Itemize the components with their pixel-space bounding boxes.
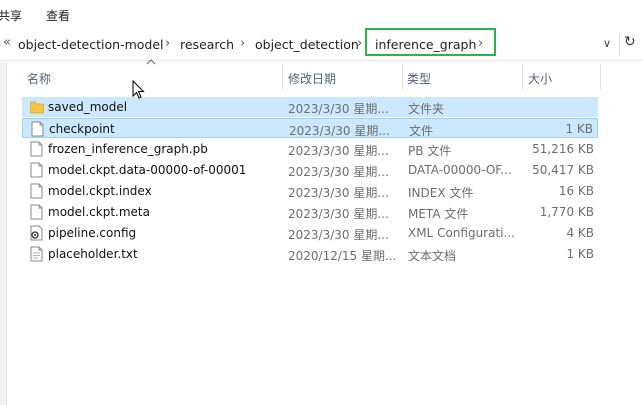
breadcrumb-object-detection-model[interactable]: object-detection-model (18, 37, 164, 52)
file-row[interactable]: checkpoint 2023/3/30 星期... 文件 1 KB (22, 118, 598, 138)
column-header-type[interactable]: 类型 (407, 70, 431, 87)
file-date: 2023/3/30 星期... (288, 228, 389, 242)
column-header-name[interactable]: 名称 (27, 70, 51, 87)
file-size: 51,216 KB (532, 142, 594, 156)
column-resize-handle[interactable] (402, 64, 403, 90)
file-row[interactable]: model.ckpt.data-00000-of-00001 2023/3/30 … (22, 160, 598, 180)
breadcrumb-separator-icon[interactable]: › (240, 36, 245, 51)
column-header-row: 名称 修改日期 类型 大小 (6, 62, 643, 92)
file-name: placeholder.txt (48, 247, 138, 261)
file-date: 2023/3/30 星期... (288, 144, 389, 158)
breadcrumb-object-detection[interactable]: object_detection (255, 37, 359, 52)
file-size: 1 KB (566, 247, 594, 261)
file-type: 文件 (409, 124, 434, 138)
column-header-date[interactable]: 修改日期 (288, 70, 336, 87)
file-date: 2023/3/30 星期... (289, 124, 390, 138)
file-row[interactable]: pipeline.config 2023/3/30 星期... XML Config… (22, 223, 598, 243)
file-icon (30, 183, 43, 199)
file-type: 文件夹 (408, 102, 445, 116)
file-icon (30, 204, 43, 220)
file-name: model.ckpt.data-00000-of-00001 (48, 163, 247, 177)
mouse-cursor-icon (132, 79, 145, 103)
breadcrumb-separator-icon[interactable]: › (357, 36, 362, 51)
file-icon (30, 162, 43, 178)
file-icon (30, 141, 43, 157)
file-name: saved_model (48, 100, 128, 114)
address-bar[interactable]: « object-detection-model › research › ob… (0, 28, 643, 61)
file-date: 2020/12/15 星期... (288, 249, 397, 263)
file-size: 4 KB (566, 226, 594, 240)
file-name: model.ckpt.index (48, 184, 152, 198)
file-type: PB 文件 (408, 144, 452, 158)
file-date: 2023/3/30 星期... (288, 165, 389, 179)
file-name: model.ckpt.meta (48, 205, 150, 219)
refresh-icon[interactable]: ↻ (624, 34, 636, 50)
breadcrumb-inference-graph[interactable]: inference_graph (375, 37, 476, 52)
address-divider (619, 34, 620, 56)
breadcrumb-separator-icon[interactable]: › (165, 36, 170, 51)
ribbon-tab-view[interactable]: 查看 (46, 7, 70, 24)
file-row[interactable]: model.ckpt.index 2023/3/30 星期... INDEX 文件 1… (22, 181, 598, 201)
file-icon (31, 121, 44, 137)
file-name: checkpoint (49, 122, 115, 136)
column-resize-handle[interactable] (600, 64, 601, 90)
file-size: 50,417 KB (532, 163, 594, 177)
file-row[interactable]: placeholder.txt 2020/12/15 星期... 文本文档 1 KB (22, 244, 598, 264)
file-type: DATA-00000-OF... (408, 163, 512, 177)
breadcrumb-research[interactable]: research (180, 37, 234, 52)
file-type: INDEX 文件 (408, 186, 474, 200)
file-row[interactable]: frozen_inference_graph.pb 2023/3/30 星期...… (22, 139, 598, 159)
file-type: META 文件 (408, 207, 469, 221)
file-row[interactable]: model.ckpt.meta 2023/3/30 星期... META 文件 1,7… (22, 202, 598, 222)
file-date: 2023/3/30 星期... (288, 207, 389, 221)
address-history-dropdown-icon[interactable]: ∨ (603, 37, 611, 50)
file-row[interactable]: saved_model 2023/3/30 星期... 文件夹 (22, 97, 598, 117)
file-size: 1,770 KB (539, 205, 594, 219)
navigation-pane-edge (0, 62, 7, 405)
text-file-icon (30, 246, 43, 262)
file-type: 文本文档 (408, 249, 457, 263)
column-resize-handle[interactable] (522, 64, 523, 90)
file-date: 2023/3/30 星期... (288, 102, 389, 116)
file-type: XML Configurati... (408, 226, 515, 240)
file-name: pipeline.config (48, 226, 137, 240)
breadcrumb-overflow-icon[interactable]: « (3, 35, 11, 50)
config-file-icon (30, 225, 43, 241)
column-header-size[interactable]: 大小 (528, 70, 552, 87)
file-date: 2023/3/30 星期... (288, 186, 389, 200)
ribbon-tab-share[interactable]: 共享 (0, 7, 22, 24)
folder-icon (30, 99, 44, 115)
breadcrumb-separator-icon[interactable]: › (478, 36, 483, 51)
file-size: 16 KB (558, 184, 594, 198)
column-resize-handle[interactable] (282, 64, 283, 90)
file-name: frozen_inference_graph.pb (48, 142, 208, 156)
ribbon: 共享 查看 (0, 0, 643, 31)
file-size: 1 KB (565, 122, 593, 136)
